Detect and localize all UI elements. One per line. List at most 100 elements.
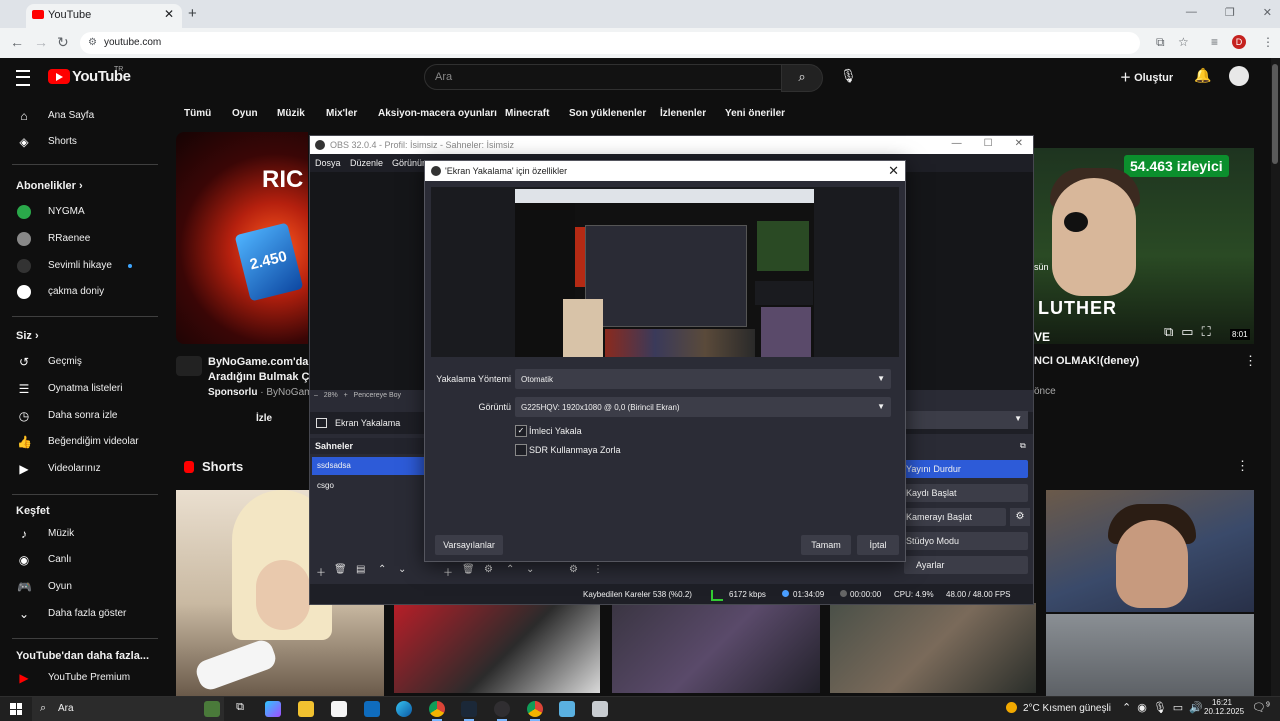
obs-title-bar[interactable]: OBS 32.0.4 - Profil: İsimsiz - Sahneler:… — [310, 136, 1033, 154]
fit-to-window[interactable]: Pencereye Boy — [354, 392, 401, 399]
sidebar-item-music[interactable]: ♪ Müzik — [0, 523, 170, 545]
address-bar[interactable]: ⚙ youtube.com — [80, 32, 1140, 54]
back-icon[interactable]: ← — [10, 34, 24, 50]
chip-gaming[interactable]: Oyun — [232, 108, 258, 119]
mixer-settings-icon[interactable]: ⚙ — [569, 564, 578, 575]
chip-music[interactable]: Müzik — [277, 108, 305, 119]
minimize-icon[interactable]: — — [1186, 6, 1197, 19]
ad-title-line1[interactable]: ByNoGame.com'da İs — [208, 356, 321, 368]
chip-minecraft[interactable]: Minecraft — [505, 108, 549, 119]
sidebar-item-show-more[interactable]: ⌄ Daha fazla göster — [0, 603, 170, 625]
sidebar-item-gaming[interactable]: 🎮 Oyun — [0, 576, 170, 598]
chrome-profile-icon[interactable] — [527, 701, 543, 721]
short-thumbnail[interactable] — [1046, 490, 1254, 612]
fullscreen-icon[interactable]: ⛶ — [1202, 324, 1211, 340]
capture-cursor-checkbox[interactable]: ✓ — [515, 425, 527, 437]
subscriptions-header[interactable]: Abonelikler › — [16, 180, 83, 192]
scene-filters-icon[interactable]: ▤ — [356, 564, 365, 575]
taskbar-clock[interactable]: 16:21 20.12.2025 — [1204, 698, 1244, 716]
sidebar-item-channel[interactable]: RRaenee — [0, 228, 170, 250]
network-icon[interactable]: ▭ — [1173, 701, 1183, 714]
add-source-icon[interactable]: ＋ — [443, 564, 453, 579]
picture-in-picture-icon[interactable]: ⧉ — [1164, 324, 1173, 340]
remove-source-icon[interactable]: 🗑 — [462, 564, 475, 575]
tab-search-icon[interactable]: ≡ — [1211, 35, 1218, 49]
tab-youtube[interactable]: YouTube ✕ — [26, 4, 182, 28]
video-more-icon[interactable]: ⋮ — [1244, 353, 1257, 369]
menu-edit[interactable]: Düzenle — [350, 158, 383, 168]
forward-icon[interactable]: → — [34, 34, 48, 50]
weather-widget[interactable]: 2°C Kısmen güneşli — [1006, 702, 1111, 714]
youtube-logo-icon[interactable] — [48, 69, 70, 84]
dock-popout-icon[interactable]: ⧉ — [1020, 441, 1026, 451]
create-button[interactable]: ＋ Oluştur — [1120, 69, 1173, 85]
add-scene-icon[interactable]: ＋ — [316, 564, 326, 579]
ok-button[interactable]: Tamam — [801, 535, 851, 555]
sidebar-item-channel[interactable]: çakma doniy — [0, 281, 170, 303]
zoom-out-icon[interactable]: – — [314, 392, 318, 399]
close-window-icon[interactable]: ✕ — [1263, 6, 1272, 19]
defaults-button[interactable]: Varsayılanlar — [435, 535, 503, 555]
force-sdr-checkbox[interactable] — [515, 444, 527, 456]
close-icon[interactable]: ✕ — [888, 163, 899, 179]
close-tab-icon[interactable]: ✕ — [164, 7, 174, 21]
ad-title-line2[interactable]: Aradığını Bulmak Çok — [208, 371, 322, 383]
site-info-icon[interactable]: ⚙ — [88, 37, 97, 48]
hamburger-menu-icon[interactable] — [16, 70, 30, 86]
sidebar-item-live[interactable]: ◉ Canlı — [0, 549, 170, 571]
ad-thumbnail[interactable]: RIC 2.450 — [176, 132, 308, 344]
virtual-camera-settings-gear-icon[interactable]: ⚙ — [1010, 508, 1030, 526]
tray-chevron-icon[interactable]: ⌃ — [1122, 701, 1131, 714]
chip-action-adventure[interactable]: Aksiyon-macera oyunları — [378, 108, 497, 119]
chip-watched[interactable]: İzlenenler — [660, 108, 706, 119]
capture-method-select[interactable]: Otomatik ▼ — [515, 369, 891, 389]
app-icon[interactable] — [559, 701, 575, 717]
ad-watch-button[interactable]: İzle — [256, 413, 272, 424]
sidebar-item-liked-videos[interactable]: 👍 Beğendiğim videolar — [0, 431, 170, 453]
sidebar-item-history[interactable]: ↺ Geçmiş — [0, 351, 170, 373]
maximize-icon[interactable]: ☐ — [984, 138, 993, 149]
voice-search-icon[interactable]: 🎙 — [840, 68, 857, 84]
scene-item[interactable]: csgo — [312, 477, 424, 495]
scene-item[interactable]: ssdsadsa — [312, 457, 424, 475]
reload-icon[interactable]: ↻ — [57, 34, 69, 51]
stop-streaming-button[interactable]: Yayını Durdur — [904, 460, 1028, 478]
start-virtual-camera-button[interactable]: Kamerayı Başlat — [904, 508, 1006, 526]
sidebar-item-channel[interactable]: Sevimli hikaye — [0, 255, 170, 277]
sidebar-item-youtube-premium[interactable]: ▶ YouTube Premium — [0, 667, 170, 689]
notifications-bell-icon[interactable]: 🔔 — [1194, 67, 1211, 84]
short-thumbnail[interactable] — [1046, 614, 1254, 696]
chip-mixes[interactable]: Mix'ler — [326, 108, 357, 119]
volume-icon[interactable]: 🔊 — [1189, 701, 1203, 714]
chrome-menu-icon[interactable]: ⋮ — [1262, 35, 1274, 49]
copilot-icon[interactable] — [265, 701, 281, 717]
notification-center[interactable]: 🗨9 — [1252, 701, 1270, 714]
edge-icon[interactable] — [396, 701, 412, 717]
sidebar-item-home[interactable]: ⌂ Ana Sayfa — [0, 105, 170, 127]
mixer-more-icon[interactable]: ⋮ — [593, 564, 603, 575]
start-recording-button[interactable]: Kaydı Başlat — [904, 484, 1028, 502]
chip-new-to-you[interactable]: Yeni öneriler — [725, 108, 785, 119]
taskbar-search-input[interactable]: ⌕ Ara — [32, 697, 224, 721]
task-view-icon[interactable]: ⧉ — [232, 701, 248, 717]
outlook-icon[interactable] — [364, 701, 380, 717]
close-window-icon[interactable]: ✕ — [1015, 138, 1023, 149]
sidebar-item-playlists[interactable]: ☰ Oynatma listeleri — [0, 378, 170, 400]
new-tab-button[interactable]: + — [188, 5, 197, 22]
move-up-icon[interactable]: ⌃ — [378, 564, 386, 575]
advertiser-avatar[interactable] — [176, 356, 202, 376]
obs-taskbar-icon[interactable] — [494, 701, 510, 721]
menu-file[interactable]: Dosya — [315, 158, 341, 168]
sidebar-item-watch-later[interactable]: ◷ Daha sonra izle — [0, 405, 170, 427]
tray-app-icon[interactable]: ◉ — [1137, 701, 1147, 714]
display-select[interactable]: G225HQV: 1920x1080 @ 0,0 (Birincil Ekran… — [515, 397, 891, 417]
obs-dropdown[interactable]: ▼ — [904, 411, 1028, 429]
sidebar-item-channel[interactable]: NYGMA — [0, 201, 170, 223]
search-button[interactable]: ⌕ — [781, 64, 823, 92]
profile-avatar[interactable]: D — [1232, 35, 1246, 49]
you-header[interactable]: Siz › — [16, 330, 39, 342]
source-up-icon[interactable]: ⌃ — [506, 564, 514, 575]
move-down-icon[interactable]: ⌄ — [398, 564, 406, 575]
studio-mode-button[interactable]: Stüdyo Modu — [904, 532, 1028, 550]
dialog-title-bar[interactable]: 'Ekran Yakalama' için özellikler ✕ — [425, 161, 905, 181]
